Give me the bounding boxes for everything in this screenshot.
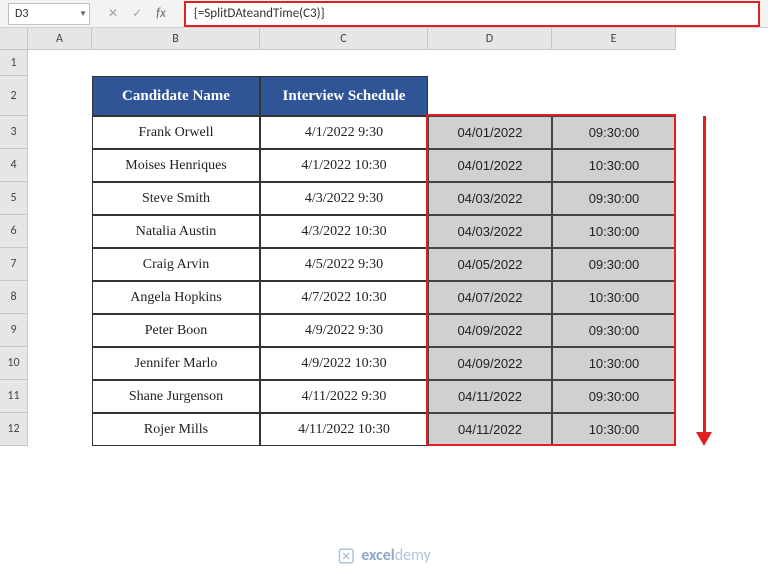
cell-name-5[interactable]: Angela Hopkins — [92, 281, 260, 314]
cell-schedule-2[interactable]: 4/3/2022 9:30 — [260, 182, 428, 215]
formula-text: {=SplitDAteandTime(C3)} — [194, 6, 325, 21]
chevron-down-icon[interactable]: ▼ — [79, 9, 87, 19]
row-header-6[interactable]: 6 — [0, 215, 28, 248]
excel-icon — [337, 547, 355, 565]
confirm-icon[interactable]: ✓ — [132, 6, 142, 21]
cell-name-4[interactable]: Craig Arvin — [92, 248, 260, 281]
column-headers: ABCDE — [0, 28, 676, 50]
cell-name-9[interactable]: Rojer Mills — [92, 413, 260, 446]
row-header-8[interactable]: 8 — [0, 281, 28, 314]
cell-name-6[interactable]: Peter Boon — [92, 314, 260, 347]
cell-schedule-1[interactable]: 4/1/2022 10:30 — [260, 149, 428, 182]
cell-name-2[interactable]: Steve Smith — [92, 182, 260, 215]
column-header-b[interactable]: B — [92, 28, 260, 50]
row-header-11[interactable]: 11 — [0, 380, 28, 413]
column-header-c[interactable]: C — [260, 28, 428, 50]
cell-time-5[interactable]: 10:30:00 — [552, 281, 676, 314]
formula-input[interactable]: {=SplitDAteandTime(C3)} — [184, 1, 760, 27]
cell-time-2[interactable]: 09:30:00 — [552, 182, 676, 215]
row-header-9[interactable]: 9 — [0, 314, 28, 347]
cell-name-8[interactable]: Shane Jurgenson — [92, 380, 260, 413]
cell-schedule-0[interactable]: 4/1/2022 9:30 — [260, 116, 428, 149]
cell-date-0[interactable]: 04/01/2022 — [428, 116, 552, 149]
column-header-d[interactable]: D — [428, 28, 552, 50]
row-header-2[interactable]: 2 — [0, 76, 28, 116]
cell-time-8[interactable]: 09:30:00 — [552, 380, 676, 413]
header-candidate-name[interactable]: Candidate Name — [92, 76, 260, 116]
row-header-1[interactable]: 1 — [0, 50, 28, 76]
row-header-3[interactable]: 3 — [0, 116, 28, 149]
column-header-a[interactable]: A — [28, 28, 92, 50]
cell-date-1[interactable]: 04/01/2022 — [428, 149, 552, 182]
cell-date-6[interactable]: 04/09/2022 — [428, 314, 552, 347]
cell-date-7[interactable]: 04/09/2022 — [428, 347, 552, 380]
row-headers: 123456789101112 — [0, 50, 28, 446]
cancel-icon[interactable]: ✕ — [108, 6, 118, 21]
cell-date-5[interactable]: 04/07/2022 — [428, 281, 552, 314]
formula-bar-controls: ✕ ✓ fx — [90, 6, 184, 21]
row-header-7[interactable]: 7 — [0, 248, 28, 281]
cell-name-0[interactable]: Frank Orwell — [92, 116, 260, 149]
cell-date-9[interactable]: 04/11/2022 — [428, 413, 552, 446]
cell-time-9[interactable]: 10:30:00 — [552, 413, 676, 446]
cell-name-1[interactable]: Moises Henriques — [92, 149, 260, 182]
cell-date-2[interactable]: 04/03/2022 — [428, 182, 552, 215]
cell-schedule-9[interactable]: 4/11/2022 10:30 — [260, 413, 428, 446]
cell-date-8[interactable]: 04/11/2022 — [428, 380, 552, 413]
cell-schedule-5[interactable]: 4/7/2022 10:30 — [260, 281, 428, 314]
watermark: exceldemy — [337, 546, 431, 565]
fill-arrow-icon — [696, 116, 712, 446]
fx-icon[interactable]: fx — [156, 6, 166, 21]
row-header-5[interactable]: 5 — [0, 182, 28, 215]
row-header-10[interactable]: 10 — [0, 347, 28, 380]
cell-schedule-4[interactable]: 4/5/2022 9:30 — [260, 248, 428, 281]
header-interview-schedule[interactable]: Interview Schedule — [260, 76, 428, 116]
name-box[interactable]: D3 ▼ — [8, 3, 90, 25]
cell-date-4[interactable]: 04/05/2022 — [428, 248, 552, 281]
select-all-corner[interactable] — [0, 28, 28, 50]
cell-time-7[interactable]: 10:30:00 — [552, 347, 676, 380]
row-header-12[interactable]: 12 — [0, 413, 28, 446]
name-box-value: D3 — [15, 7, 28, 21]
cell-time-4[interactable]: 09:30:00 — [552, 248, 676, 281]
cell-time-0[interactable]: 09:30:00 — [552, 116, 676, 149]
row-header-4[interactable]: 4 — [0, 149, 28, 182]
spreadsheet-grid: ABCDE 123456789101112 Candidate NameInte… — [0, 28, 768, 583]
column-header-e[interactable]: E — [552, 28, 676, 50]
cell-schedule-8[interactable]: 4/11/2022 9:30 — [260, 380, 428, 413]
cell-time-6[interactable]: 09:30:00 — [552, 314, 676, 347]
cell-schedule-7[interactable]: 4/9/2022 10:30 — [260, 347, 428, 380]
cell-time-3[interactable]: 10:30:00 — [552, 215, 676, 248]
cell-name-7[interactable]: Jennifer Marlo — [92, 347, 260, 380]
cell-schedule-3[interactable]: 4/3/2022 10:30 — [260, 215, 428, 248]
cell-date-3[interactable]: 04/03/2022 — [428, 215, 552, 248]
watermark-text: exceldemy — [361, 546, 431, 565]
cell-name-3[interactable]: Natalia Austin — [92, 215, 260, 248]
cell-schedule-6[interactable]: 4/9/2022 9:30 — [260, 314, 428, 347]
cell-time-1[interactable]: 10:30:00 — [552, 149, 676, 182]
formula-bar: D3 ▼ ✕ ✓ fx {=SplitDAteandTime(C3)} — [0, 0, 768, 28]
